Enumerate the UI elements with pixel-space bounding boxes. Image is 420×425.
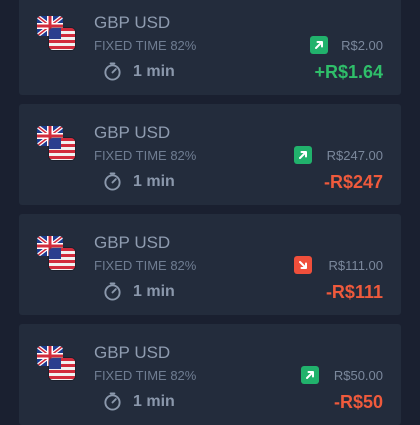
trade-card[interactable]: GBP USD FIXED TIME 82% 1 min R$2.00 +R$1… [19, 0, 401, 95]
direction-up-icon [310, 36, 328, 54]
duration-label: 1 min [133, 172, 175, 190]
direction-up-icon [301, 366, 319, 384]
stopwatch-icon [104, 172, 121, 191]
trade-result: -R$111 [325, 282, 383, 302]
direction-up-icon [294, 146, 312, 164]
asset-pair: GBP USD [94, 233, 171, 252]
stopwatch-icon [104, 282, 121, 301]
asset-pair: GBP USD [94, 343, 171, 362]
stopwatch-icon [104, 62, 121, 81]
us-flag-icon [49, 28, 75, 50]
trade-result: -R$50 [333, 392, 383, 412]
stopwatch-icon [104, 392, 121, 411]
trade-card[interactable]: GBP USD FIXED TIME 82% 1 min R$111.00 -R… [19, 214, 401, 315]
trade-amount: R$247.00 [326, 148, 383, 163]
trade-mode: FIXED TIME 82% [94, 258, 197, 273]
duration-label: 1 min [133, 282, 175, 300]
trade-mode: FIXED TIME 82% [94, 368, 197, 383]
asset-pair: GBP USD [94, 13, 171, 32]
trade-amount: R$2.00 [341, 38, 383, 53]
trade-amount: R$111.00 [328, 258, 383, 273]
us-flag-icon [49, 138, 75, 160]
trade-card[interactable]: GBP USD FIXED TIME 82% 1 min R$50.00 -R$… [19, 324, 401, 425]
trade-result: -R$247 [323, 172, 383, 192]
trade-result: +R$1.64 [314, 62, 383, 82]
duration-label: 1 min [133, 392, 175, 410]
duration-label: 1 min [133, 62, 175, 80]
asset-pair: GBP USD [94, 123, 171, 142]
trade-mode: FIXED TIME 82% [94, 38, 197, 53]
trade-duration: 1 min [103, 282, 175, 301]
direction-down-icon [294, 256, 312, 274]
currency-pair-flags [37, 126, 77, 162]
trade-amount: R$50.00 [333, 368, 383, 383]
trade-duration: 1 min [103, 392, 175, 411]
currency-pair-flags [37, 16, 77, 52]
us-flag-icon [49, 248, 75, 270]
trade-duration: 1 min [103, 62, 175, 81]
us-flag-icon [49, 358, 75, 380]
trade-card[interactable]: GBP USD FIXED TIME 82% 1 min R$247.00 -R… [19, 104, 401, 205]
trade-mode: FIXED TIME 82% [94, 148, 197, 163]
currency-pair-flags [37, 236, 77, 272]
trade-duration: 1 min [103, 172, 175, 191]
currency-pair-flags [37, 346, 77, 382]
